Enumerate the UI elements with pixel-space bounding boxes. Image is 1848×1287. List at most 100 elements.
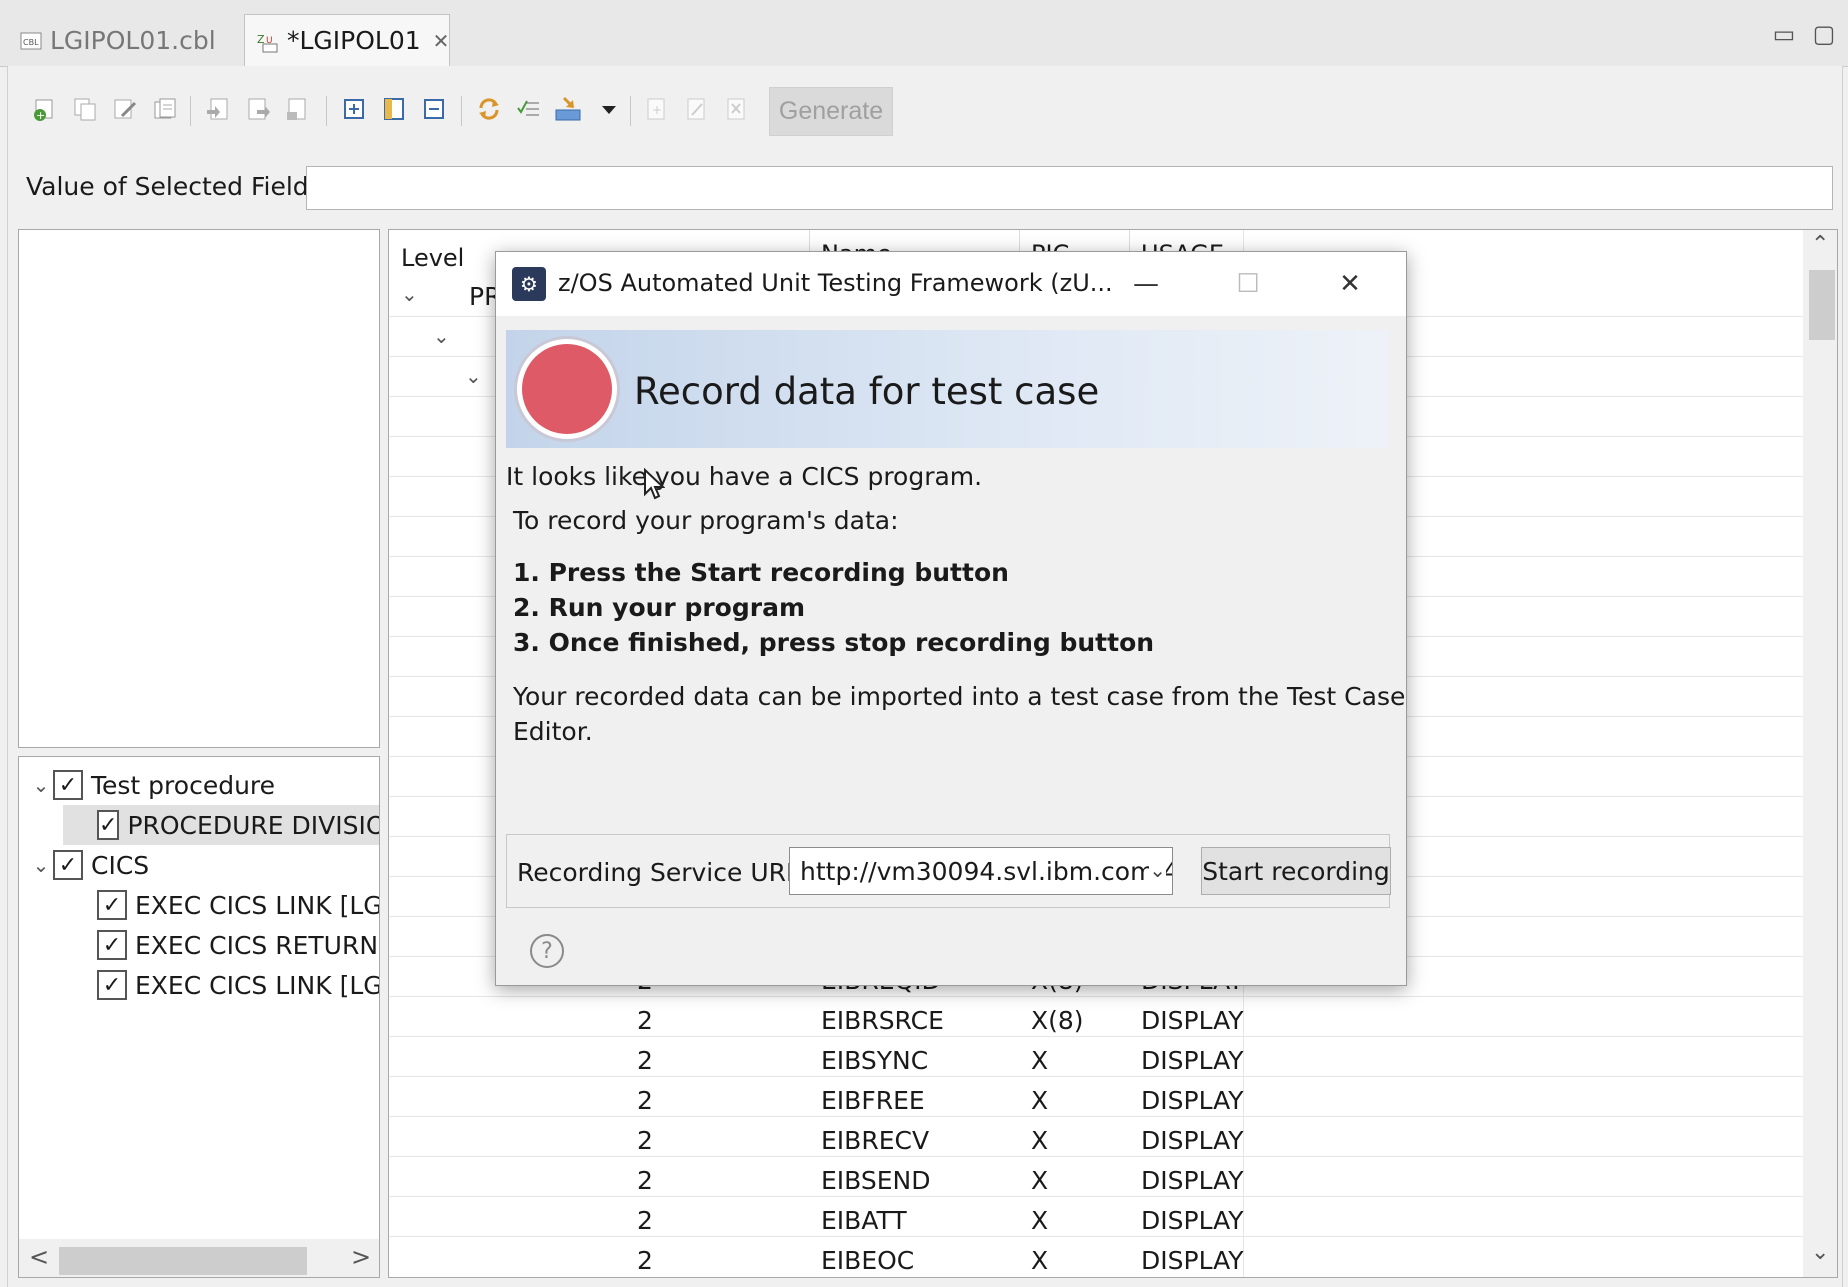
layout-icon[interactable] <box>379 94 409 124</box>
dropdown-icon[interactable] <box>594 94 624 124</box>
toolbar-separator <box>190 96 191 126</box>
checkbox-icon[interactable]: ✓ <box>97 890 127 920</box>
url-label: Recording Service URL: <box>517 858 809 887</box>
checkbox-icon[interactable]: ✓ <box>53 770 83 800</box>
instruction-step-2: 2. Run your program <box>513 593 805 622</box>
tree-item-procedure-division[interactable]: ✓ PROCEDURE DIVISIO <box>63 805 379 845</box>
chevron-down-icon[interactable]: ⌄ <box>433 324 450 348</box>
checkbox-icon[interactable]: ✓ <box>97 810 120 840</box>
scrollbar-thumb[interactable] <box>59 1247 307 1275</box>
edit-icon[interactable] <box>110 94 140 124</box>
close-tab-icon[interactable]: ✕ <box>433 29 450 53</box>
note-text-line-1: Your recorded data can be imported into … <box>513 682 1406 711</box>
help-icon[interactable]: ? <box>530 934 564 968</box>
collapse-all-icon[interactable] <box>419 94 449 124</box>
column-header-level[interactable]: Level <box>401 244 464 272</box>
tab-label: LGIPOL01.cbl <box>50 25 216 55</box>
generate-button[interactable]: Generate <box>769 87 893 136</box>
dialog-title-bar[interactable]: ⚙ z/OS Automated Unit Testing Framework … <box>496 252 1406 316</box>
tree-item-exec-cics-link-lgs[interactable]: ✓ EXEC CICS LINK [LGS <box>97 965 379 1005</box>
checkbox-icon[interactable]: ✓ <box>97 930 127 960</box>
tree-item-label: EXEC CICS LINK [LGIF <box>135 890 380 920</box>
left-upper-panel <box>18 229 380 748</box>
minimize-view-icon[interactable]: ▭ <box>1766 16 1802 52</box>
recording-url-combo[interactable]: http://vm30094.svl.ibm.com:4 ⌄ <box>789 847 1173 895</box>
expand-all-icon[interactable] <box>339 94 369 124</box>
delete-disabled-icon <box>722 94 752 124</box>
zunit-file-icon: ZU <box>257 30 279 52</box>
start-recording-button[interactable]: Start recording <box>1201 847 1391 895</box>
table-cell-level: 2 <box>637 1006 653 1035</box>
chevron-down-icon[interactable]: ⌄ <box>401 282 418 306</box>
record-icon <box>514 336 620 442</box>
table-cell-level: 2 <box>637 1206 653 1235</box>
tree-item-exec-cics-link-lgif[interactable]: ✓ EXEC CICS LINK [LGIF <box>97 885 380 925</box>
tree-item-label: EXEC CICS RETURN <box>135 930 379 960</box>
table-cell-name: EIBEOC <box>821 1246 915 1275</box>
tree-item-label: CICS <box>91 850 150 880</box>
table-cell-name: EIBATT <box>821 1206 907 1235</box>
add-icon[interactable]: + <box>30 94 60 124</box>
tab-lgipol01-zunit[interactable]: ZU *LGIPOL01 ✕ <box>244 14 450 66</box>
horizontal-scrollbar[interactable]: < > <box>19 1239 379 1277</box>
scroll-down-icon[interactable]: ⌄ <box>1811 1240 1829 1265</box>
sync-icon[interactable] <box>474 94 504 124</box>
scroll-right-icon[interactable]: > <box>351 1243 371 1271</box>
minimize-icon[interactable]: — <box>1124 264 1168 304</box>
checkbox-icon[interactable]: ✓ <box>53 850 83 880</box>
row-divider <box>389 1236 1803 1237</box>
row-divider <box>389 1156 1803 1157</box>
import-data-icon[interactable] <box>554 94 584 124</box>
mouse-cursor-icon <box>643 467 666 508</box>
new-disabled-icon: + <box>642 94 672 124</box>
table-cell-pic: X <box>1031 1166 1049 1195</box>
maximize-view-icon[interactable]: ▢ <box>1806 16 1842 52</box>
row-divider <box>389 996 1803 997</box>
cobol-file-icon: CBL <box>20 29 42 51</box>
svg-text:+: + <box>36 109 45 122</box>
export-icon[interactable] <box>243 94 273 124</box>
tree-item-test-procedure[interactable]: ⌄ ✓ Test procedure <box>29 765 275 805</box>
chevron-down-icon[interactable]: ⌄ <box>29 853 53 877</box>
scroll-left-icon[interactable]: < <box>29 1243 49 1271</box>
paste-icon[interactable] <box>150 94 180 124</box>
table-cell-pic: X <box>1031 1126 1049 1155</box>
intro-text: It looks like you have a CICS program. <box>506 462 983 491</box>
table-cell-usage: DISPLAY <box>1141 1046 1244 1075</box>
import-icon[interactable] <box>203 94 233 124</box>
instructions-header: To record your program's data: <box>513 506 899 535</box>
chevron-down-icon[interactable]: ⌄ <box>1149 858 1166 882</box>
tree-item-label: Test procedure <box>91 770 276 800</box>
table-cell-level: 2 <box>637 1086 653 1115</box>
close-icon[interactable]: ✕ <box>1328 264 1372 304</box>
dialog-title: z/OS Automated Unit Testing Framework (z… <box>558 269 1113 297</box>
row-divider <box>389 1196 1803 1197</box>
tree-item-cics[interactable]: ⌄ ✓ CICS <box>29 845 149 885</box>
table-cell-name: EIBSEND <box>821 1166 931 1195</box>
recording-url-group: Recording Service URL: http://vm30094.sv… <box>506 834 1391 908</box>
value-field-input[interactable] <box>306 166 1833 210</box>
banner-title: Record data for test case <box>634 370 1100 413</box>
copy-icon[interactable] <box>70 94 100 124</box>
table-cell-usage: DISPLAY <box>1141 1246 1244 1275</box>
svg-text:CBL: CBL <box>23 38 39 47</box>
scroll-up-icon[interactable]: ⌃ <box>1811 232 1829 257</box>
svg-text:+: + <box>652 103 662 117</box>
table-cell-pic: X <box>1031 1046 1049 1075</box>
tab-lgipol01-cbl[interactable]: CBL LGIPOL01.cbl <box>8 14 240 66</box>
dialog-banner: Record data for test case <box>506 330 1390 448</box>
vertical-scrollbar[interactable]: ⌃ ⌄ <box>1803 230 1837 1277</box>
chevron-down-icon[interactable]: ⌄ <box>29 773 53 797</box>
instruction-step-3: 3. Once finished, press stop recording b… <box>513 628 1155 657</box>
checkbox-icon[interactable]: ✓ <box>97 970 127 1000</box>
toolbar-separator <box>461 96 462 126</box>
table-cell-level: 2 <box>637 1166 653 1195</box>
chevron-down-icon[interactable]: ⌄ <box>465 364 482 388</box>
table-cell-name: EIBFREE <box>821 1086 925 1115</box>
tree-item-exec-cics-return[interactable]: ✓ EXEC CICS RETURN <box>97 925 378 965</box>
checklist-icon[interactable] <box>514 94 544 124</box>
toolbar-separator <box>630 96 631 126</box>
scrollbar-thumb[interactable] <box>1809 270 1835 340</box>
save-icon[interactable] <box>283 94 313 124</box>
value-field-label: Value of Selected Field <box>26 172 309 201</box>
